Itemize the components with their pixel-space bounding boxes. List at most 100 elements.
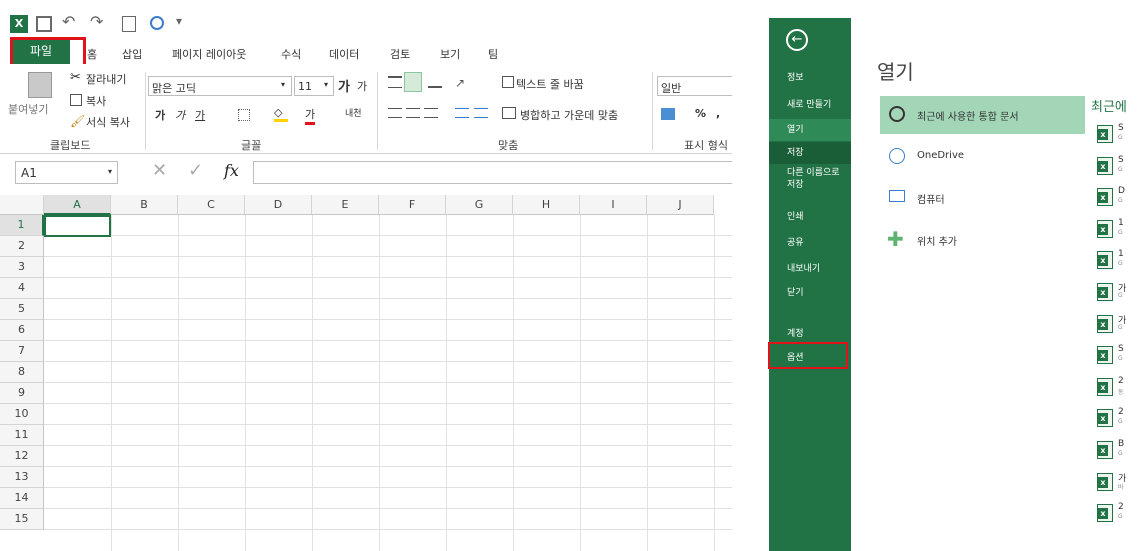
cut-button[interactable]: 잘라내기 <box>86 71 126 87</box>
font-color-button[interactable]: 가 <box>305 106 316 125</box>
column-header-b[interactable]: B <box>111 195 178 215</box>
accounting-icon[interactable] <box>661 108 675 120</box>
percent-button[interactable]: % <box>695 107 706 120</box>
row-header-1[interactable]: 1 <box>0 215 44 236</box>
copy-button[interactable]: 복사 <box>86 93 106 109</box>
align-top-icon[interactable] <box>388 76 402 88</box>
tab-view[interactable]: 보기 <box>440 46 460 62</box>
nav-item-close[interactable]: 닫기 <box>769 282 851 304</box>
tab-insert[interactable]: 삽입 <box>122 46 142 62</box>
nav-item-save-as-2[interactable]: 저장 <box>769 178 851 200</box>
formula-input[interactable] <box>253 161 732 184</box>
row-header-6[interactable]: 6 <box>0 320 44 341</box>
recent-file-item[interactable]: xDG <box>1097 186 1127 212</box>
italic-button[interactable]: 가 <box>175 107 185 123</box>
recent-file-item[interactable]: x가G <box>1097 281 1127 307</box>
selected-cell-a1[interactable] <box>44 215 111 237</box>
align-bottom-icon[interactable] <box>428 76 442 88</box>
number-format-select[interactable]: 일반 <box>657 76 732 96</box>
row-header-4[interactable]: 4 <box>0 278 44 299</box>
recent-file-item[interactable]: xSG <box>1097 155 1127 181</box>
wrap-text-button[interactable]: 텍스트 줄 바꿈 <box>516 76 584 92</box>
row-header-2[interactable]: 2 <box>0 236 44 257</box>
row-header-7[interactable]: 7 <box>0 341 44 362</box>
undo-icon[interactable]: ↶ <box>62 12 75 31</box>
place-add-location[interactable]: ✚ 위치 추가 <box>880 221 1085 259</box>
orientation-icon[interactable]: ↗ <box>455 76 465 90</box>
recent-file-item[interactable]: xSG <box>1097 344 1127 370</box>
column-header-c[interactable]: C <box>178 195 245 215</box>
nav-item-new[interactable]: 새로 만들기 <box>769 94 851 116</box>
select-all-corner[interactable] <box>0 195 44 215</box>
column-header-j[interactable]: J <box>647 195 714 215</box>
bold-button[interactable]: 가 <box>155 107 165 123</box>
row-header-5[interactable]: 5 <box>0 299 44 320</box>
row-header-10[interactable]: 10 <box>0 404 44 425</box>
column-header-h[interactable]: H <box>513 195 580 215</box>
worksheet-grid[interactable]: A B C D E F G H I J 1 2 3 4 5 6 7 8 9 10 11 12 13 14 15 <box>0 195 732 551</box>
border-icon[interactable] <box>238 109 250 121</box>
row-header-3[interactable]: 3 <box>0 257 44 278</box>
align-left-icon[interactable] <box>388 108 402 118</box>
recent-file-item[interactable]: xBG <box>1097 439 1127 465</box>
customize-qat-icon[interactable]: ▾ <box>176 14 182 28</box>
column-header-f[interactable]: F <box>379 195 446 215</box>
format-painter-button[interactable]: 서식 복사 <box>86 114 130 130</box>
font-size-select[interactable]: 11 ▾ <box>294 76 334 96</box>
nav-item-open[interactable]: 열기 <box>769 119 851 141</box>
nav-item-info[interactable]: 정보 <box>769 67 851 89</box>
column-header-g[interactable]: G <box>446 195 513 215</box>
save-icon[interactable] <box>36 16 52 32</box>
nav-item-share[interactable]: 공유 <box>769 232 851 254</box>
tab-page-layout[interactable]: 페이지 레이아웃 <box>172 46 246 62</box>
align-middle-icon[interactable] <box>404 72 422 92</box>
recent-file-item[interactable]: x2G <box>1097 407 1127 433</box>
fill-color-icon[interactable]: ◇ <box>274 106 288 122</box>
print-preview-icon[interactable] <box>122 16 136 32</box>
nav-item-save[interactable]: 저장 <box>769 142 851 164</box>
tab-team[interactable]: 팀 <box>488 46 498 62</box>
increase-indent-icon[interactable] <box>474 108 488 118</box>
recent-file-item[interactable]: x가바 <box>1097 471 1127 497</box>
font-name-select[interactable]: 맑은 고딕 ▾ <box>148 76 292 96</box>
column-header-a[interactable]: A <box>44 195 111 215</box>
name-box[interactable]: A1 ▾ <box>15 161 118 184</box>
paste-button[interactable]: 붙여넣기 <box>8 101 48 117</box>
tab-formulas[interactable]: 수식 <box>281 46 301 62</box>
paste-icon[interactable] <box>28 72 52 98</box>
merge-icon[interactable] <box>502 107 516 119</box>
row-header-8[interactable]: 8 <box>0 362 44 383</box>
comma-button[interactable]: , <box>716 107 720 120</box>
row-header-12[interactable]: 12 <box>0 446 44 467</box>
grow-font-button[interactable]: 가 <box>338 76 350 95</box>
align-center-icon[interactable] <box>406 108 420 118</box>
tab-home[interactable]: 홈 <box>87 46 97 62</box>
recent-file-item[interactable]: xSG <box>1097 123 1127 149</box>
recent-file-item[interactable]: x2 동 <box>1097 376 1127 402</box>
row-header-11[interactable]: 11 <box>0 425 44 446</box>
recent-file-item[interactable]: x2G <box>1097 502 1127 528</box>
decrease-indent-icon[interactable] <box>455 108 469 118</box>
column-header-d[interactable]: D <box>245 195 312 215</box>
row-header-9[interactable]: 9 <box>0 383 44 404</box>
recent-file-item[interactable]: x가G <box>1097 313 1127 339</box>
tab-data[interactable]: 데이터 <box>329 46 359 62</box>
align-right-icon[interactable] <box>424 108 438 118</box>
column-header-e[interactable]: E <box>312 195 379 215</box>
underline-button[interactable]: 가 <box>195 107 205 123</box>
nav-item-export[interactable]: 내보내기 <box>769 258 851 280</box>
row-header-14[interactable]: 14 <box>0 488 44 509</box>
redo-icon[interactable]: ↷ <box>90 12 103 31</box>
shrink-font-button[interactable]: 가 <box>357 78 367 94</box>
tab-review[interactable]: 검토 <box>390 46 410 62</box>
cancel-icon[interactable]: ✕ <box>152 160 167 181</box>
row-header-15[interactable]: 15 <box>0 509 44 530</box>
place-recent[interactable]: 최근에 사용한 통합 문서 <box>880 96 1085 134</box>
recent-file-item[interactable]: x1G <box>1097 218 1127 244</box>
phonetic-button[interactable]: 내천 <box>345 106 362 119</box>
back-button[interactable]: ← <box>786 29 808 51</box>
place-computer[interactable]: 컴퓨터 <box>880 179 1085 217</box>
merge-center-button[interactable]: 병합하고 가운데 맞춤 <box>520 107 618 123</box>
spelling-icon[interactable] <box>150 16 164 30</box>
column-header-i[interactable]: I <box>580 195 647 215</box>
